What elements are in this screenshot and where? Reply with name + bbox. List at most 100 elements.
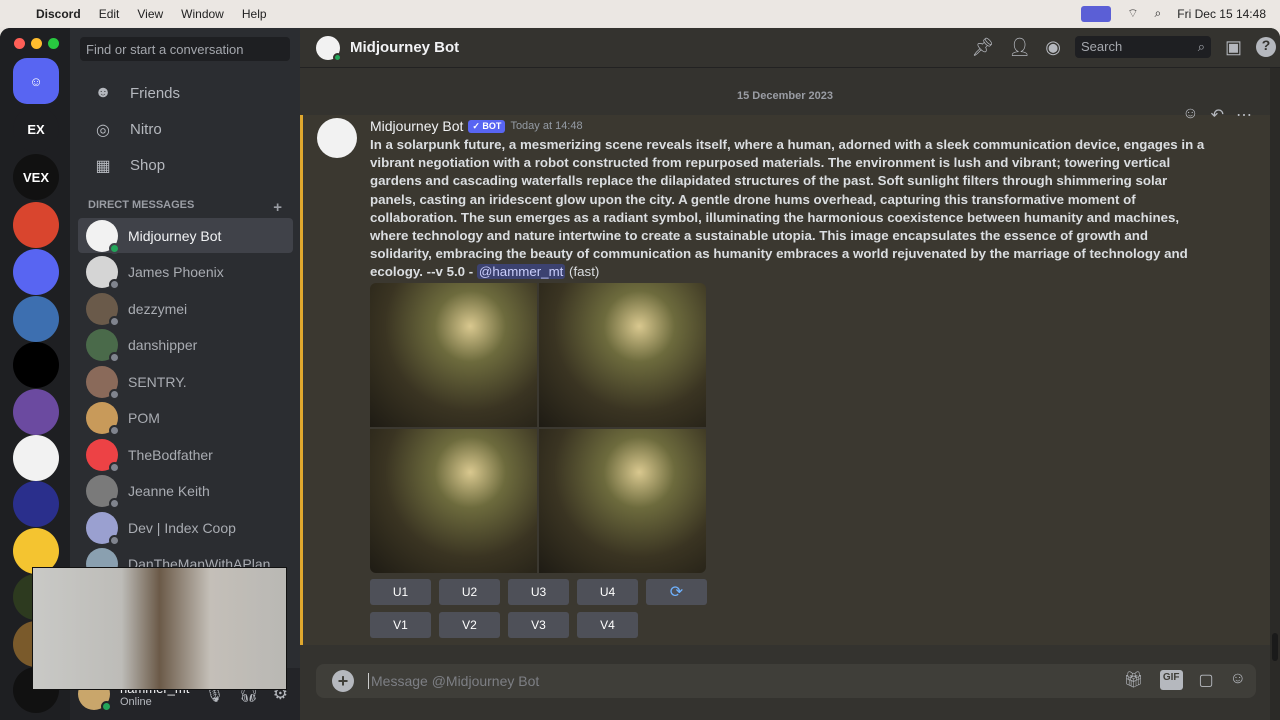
dm-header: DIRECT MESSAGES	[88, 199, 195, 211]
server-icon[interactable]	[13, 435, 59, 481]
dm-name: TheBodfather	[128, 446, 213, 463]
menu-edit[interactable]: Edit	[99, 7, 120, 21]
chat-header: Midjourney Bot 📌︎ 👤︎ ◉ Search ⌕ ▣ ?	[300, 28, 1280, 68]
bot-badge: ✓ BOT	[468, 119, 506, 133]
dm-item[interactable]: dezzymei	[78, 291, 293, 327]
user-status: Online	[120, 695, 152, 708]
server-icon[interactable]	[13, 296, 59, 342]
menu-help[interactable]: Help	[242, 7, 267, 21]
dm-name: POM	[128, 410, 160, 426]
minimize-button[interactable]	[31, 38, 42, 49]
message-input[interactable]: Message @Midjourney Bot	[368, 673, 539, 689]
chat-title: Midjourney Bot	[350, 39, 460, 56]
dm-item[interactable]: SENTRY.	[78, 364, 293, 400]
more-icon[interactable]: ⋯	[1236, 105, 1252, 125]
emoji-icon[interactable]: ☺	[1230, 670, 1246, 690]
menu-window[interactable]: Window	[181, 7, 224, 21]
image-grid[interactable]	[370, 283, 706, 573]
upscale-button-3[interactable]: U3	[508, 579, 569, 605]
message-author[interactable]: Midjourney Bot	[370, 118, 463, 134]
home-discord-icon[interactable]: ☺	[13, 58, 59, 104]
server-icon[interactable]	[13, 202, 59, 248]
dm-item[interactable]: James Phoenix	[78, 255, 293, 290]
shop-icon: ▦	[95, 158, 111, 175]
dm-item[interactable]: Jeanne Keith	[78, 474, 293, 509]
chat-main: Midjourney Bot 📌︎ 👤︎ ◉ Search ⌕ ▣ ? 15 De…	[300, 28, 1280, 720]
date-divider: 15 December 2023	[736, 90, 833, 102]
close-button[interactable]	[14, 38, 25, 49]
message-text: In a solarpunk future, a mesmerizing sce…	[370, 137, 1205, 280]
upscale-button-2[interactable]: U2	[439, 579, 500, 605]
generated-image-3[interactable]	[370, 429, 537, 573]
scrollbar[interactable]	[1270, 68, 1280, 720]
user-profile-icon[interactable]: ◉	[1045, 37, 1061, 58]
dm-avatar	[86, 511, 120, 546]
variation-button-2[interactable]: V2	[439, 612, 500, 638]
search-icon: ⌕	[1197, 39, 1205, 54]
search-input[interactable]: Search ⌕	[1074, 36, 1211, 58]
nitro-icon: ◎	[96, 122, 110, 139]
attach-plus-icon[interactable]: +	[332, 670, 354, 692]
dm-avatar	[86, 256, 120, 290]
generated-image-1[interactable]	[370, 283, 537, 427]
server-icon[interactable]	[13, 481, 59, 527]
help-icon[interactable]: ?	[1256, 37, 1276, 57]
wifi-icon[interactable]: ⌔	[1127, 6, 1138, 21]
dm-name: danshipper	[128, 337, 198, 353]
menu-app[interactable]: Discord	[36, 7, 81, 21]
server-icon[interactable]	[13, 342, 59, 388]
dm-name: Jeanne Keith	[128, 483, 210, 499]
mac-menubar: Discord Edit View Window Help ⌔ ⌕ Fri De…	[0, 0, 1280, 27]
message-timestamp: Today at 14:48	[510, 120, 583, 132]
pin-icon[interactable]: 📌︎	[972, 37, 995, 58]
inbox-icon[interactable]: ▣	[1225, 37, 1242, 58]
message-avatar[interactable]	[317, 118, 357, 158]
dm-item[interactable]: POM	[78, 401, 293, 436]
dm-item[interactable]: Dev | Index Coop	[78, 510, 293, 546]
dm-item[interactable]: danshipper	[78, 328, 293, 363]
dm-avatar	[86, 219, 120, 254]
add-friend-icon[interactable]: 👤︎	[1008, 37, 1031, 58]
clock: Fri Dec 15 14:48	[1177, 6, 1266, 21]
reply-icon[interactable]: ↶	[1211, 105, 1224, 125]
screen-share-icon[interactable]	[1081, 5, 1112, 22]
server-icon[interactable]: EX	[13, 106, 59, 152]
dm-item[interactable]: TheBodfather	[78, 437, 293, 473]
discord-window: ☺ EX VEX Find or start a conversation ☻ Fr…	[0, 28, 1280, 720]
menu-view[interactable]: View	[137, 7, 163, 21]
dm-name: Midjourney Bot	[128, 227, 222, 244]
add-dm-button[interactable]: +	[273, 199, 282, 216]
upscale-button-4[interactable]: U4	[577, 579, 638, 605]
dm-avatar	[86, 365, 120, 400]
server-icon[interactable]	[13, 249, 59, 295]
bot-avatar	[316, 35, 342, 62]
variation-button-1[interactable]: V1	[370, 612, 431, 638]
dm-name: dezzymei	[128, 300, 188, 317]
variation-button-3[interactable]: V3	[508, 612, 569, 638]
upscale-button-1[interactable]: U1	[370, 579, 431, 605]
dm-item[interactable]: Midjourney Bot	[78, 218, 293, 254]
dm-name: Dev | Index Coop	[128, 519, 236, 536]
gif-icon[interactable]: GIF	[1159, 670, 1183, 690]
generated-image-4[interactable]	[539, 429, 706, 573]
zoom-button[interactable]	[48, 38, 59, 49]
server-icon[interactable]	[13, 389, 59, 435]
variation-button-4[interactable]: V4	[577, 612, 638, 638]
dm-avatar	[86, 402, 120, 436]
server-icon[interactable]: VEX	[13, 154, 59, 200]
gift-icon[interactable]: 🎁︎	[1124, 670, 1144, 690]
user-mention[interactable]: @hammer_mt	[476, 264, 566, 280]
nav-shop[interactable]: ▦ Shop	[80, 148, 292, 182]
sticker-icon[interactable]: ▢	[1199, 670, 1214, 690]
add-reaction-icon[interactable]: ☺	[1182, 105, 1198, 125]
nav-friends[interactable]: ☻ Friends	[80, 76, 292, 110]
spotlight-icon[interactable]: ⌕	[1155, 6, 1162, 21]
find-conversation-input[interactable]: Find or start a conversation	[80, 37, 290, 61]
friends-icon: ☻	[94, 84, 112, 101]
dm-name: SENTRY.	[128, 373, 187, 390]
message-composer[interactable]: + Message @Midjourney Bot 🎁︎ GIF ▢ ☺	[316, 664, 1256, 698]
generated-image-2[interactable]	[539, 283, 706, 427]
dm-avatar	[86, 438, 120, 473]
reroll-button[interactable]: ⟳	[646, 579, 707, 605]
nav-nitro[interactable]: ◎ Nitro	[80, 112, 292, 146]
